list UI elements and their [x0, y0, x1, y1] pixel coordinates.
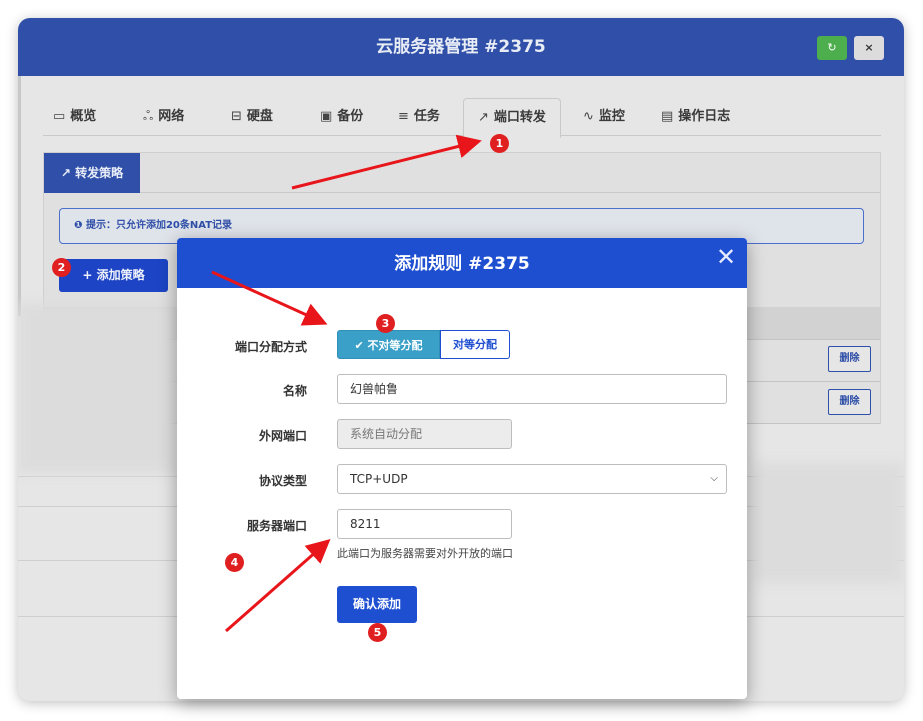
- save-icon: ▣: [320, 109, 333, 124]
- option-equal-allocation[interactable]: 对等分配: [440, 330, 510, 359]
- file-icon: ▤: [661, 109, 674, 124]
- protocol-label: 协议类型: [258, 474, 307, 488]
- disk-icon: ⊟: [231, 109, 242, 124]
- option-unequal-allocation[interactable]: ✔ 不对等分配: [337, 330, 440, 359]
- external-port-label: 外网端口: [258, 429, 307, 443]
- tab-monitoring[interactable]: ∿ 监控: [583, 98, 625, 136]
- tab-forwarding-strategy[interactable]: ↗ 转发策略: [44, 153, 140, 193]
- tab-label: 概览: [70, 109, 97, 124]
- add-rule-modal: 添加规则 #2375 ✕ 端口分配方式 ✔ 不对等分配 对等分配 名称 幻兽帕鲁…: [177, 238, 747, 699]
- external-link-icon: ↗: [478, 110, 489, 125]
- tab-bar: ▭ 概览 ஃ 网络 ⊟ 硬盘 ▣ 备份 ≡ 任务 ↗ 端口转发 ∿ 监控 ▤ 操作日志: [43, 98, 881, 138]
- external-port-input: 系统自动分配: [337, 419, 512, 449]
- name-label: 名称: [282, 384, 307, 398]
- server-port-help-text: 此端口为服务器需要对外开放的端口: [337, 547, 513, 560]
- tab-label: 网络: [158, 109, 185, 124]
- panel-header: [44, 153, 880, 193]
- monitor-icon: ▭: [53, 109, 66, 124]
- tab-tasks[interactable]: ≡ 任务: [398, 98, 440, 136]
- blurred-region: [753, 463, 903, 583]
- server-port-label: 服务器端口: [246, 519, 307, 533]
- info-icon: ❶: [74, 220, 83, 231]
- network-icon: ஃ: [143, 109, 154, 124]
- delete-button[interactable]: 删除: [828, 389, 871, 415]
- blurred-region: [18, 303, 178, 473]
- close-icon[interactable]: ✕: [713, 244, 739, 270]
- panel-tab-label: 转发策略: [75, 166, 124, 180]
- tab-label: 备份: [337, 109, 364, 124]
- pulse-icon: ∿: [583, 109, 594, 124]
- step-badge-5: 5: [368, 623, 387, 642]
- alloc-method-label: 端口分配方式: [234, 340, 307, 354]
- tab-port-forwarding[interactable]: ↗ 端口转发: [463, 98, 561, 138]
- refresh-icon: ↻: [827, 41, 837, 54]
- close-window-button[interactable]: ×: [854, 36, 884, 60]
- window-title: 云服务器管理 #2375: [376, 37, 546, 57]
- tab-label: 操作日志: [678, 109, 731, 124]
- delete-button[interactable]: 删除: [828, 346, 871, 372]
- protocol-value: TCP+UDP: [350, 472, 408, 486]
- tab-disk[interactable]: ⊟ 硬盘: [231, 98, 273, 136]
- list-icon: ≡: [398, 109, 409, 124]
- tab-overview[interactable]: ▭ 概览: [53, 98, 96, 136]
- tab-label: 监控: [598, 109, 625, 124]
- tab-label: 硬盘: [246, 109, 273, 124]
- step-badge-2: 2: [52, 258, 71, 277]
- step-badge-1: 1: [490, 134, 509, 153]
- tab-network[interactable]: ஃ 网络: [143, 98, 184, 136]
- background-edge: [18, 76, 21, 316]
- add-strategy-button[interactable]: + 添加策略: [59, 259, 168, 292]
- chevron-down-icon: ⌵: [710, 473, 718, 484]
- tab-label: 端口转发: [493, 110, 546, 125]
- tab-backup[interactable]: ▣ 备份: [320, 98, 363, 136]
- external-link-icon: ↗: [60, 166, 71, 180]
- name-input[interactable]: 幻兽帕鲁: [337, 374, 727, 404]
- step-badge-4: 4: [225, 553, 244, 572]
- server-port-input[interactable]: 8211: [337, 509, 512, 539]
- modal-title: 添加规则 #2375: [394, 254, 530, 274]
- refresh-button[interactable]: ↻: [817, 36, 847, 60]
- tab-label: 任务: [413, 109, 440, 124]
- protocol-select[interactable]: TCP+UDP ⌵: [337, 464, 727, 494]
- close-icon: ×: [864, 41, 874, 54]
- notice-text: 提示：只允许添加20条NAT记录: [85, 220, 233, 231]
- step-badge-3: 3: [376, 314, 395, 333]
- confirm-add-button[interactable]: 确认添加: [337, 586, 417, 623]
- tab-operation-log[interactable]: ▤ 操作日志: [661, 98, 730, 136]
